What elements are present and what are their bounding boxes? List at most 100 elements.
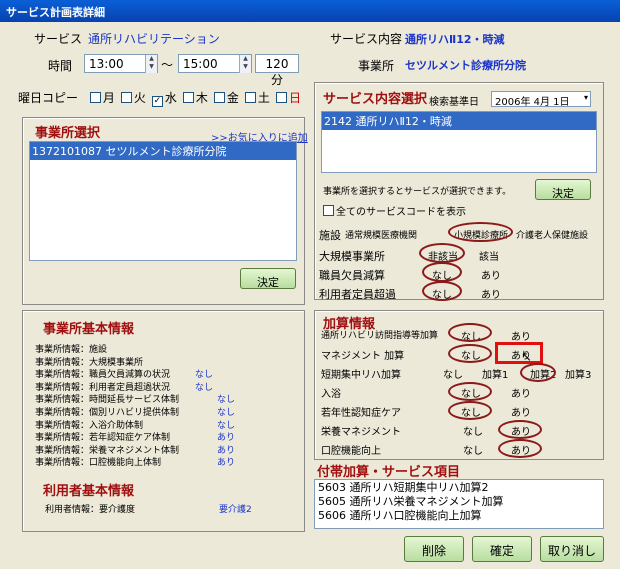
extras-title: 付帯加算・サービス項目 bbox=[317, 465, 461, 480]
weekday-label-6: 日 bbox=[288, 91, 301, 105]
window-title: サービス計画表詳細 bbox=[0, 0, 620, 22]
chevron-down-icon[interactable]: ▾ bbox=[584, 93, 588, 102]
service-list-item[interactable]: 2142 通所リハⅡ12・時減 bbox=[322, 112, 596, 130]
selection-oval bbox=[448, 382, 492, 401]
office-info-label: 事業所情報：栄養マネジメント体制 bbox=[35, 445, 180, 456]
weekday-checkbox[interactable]: ✓ 水 bbox=[151, 91, 177, 107]
checkbox-box[interactable] bbox=[244, 92, 256, 103]
office-info-value: あり bbox=[217, 458, 236, 469]
extras-item[interactable]: 5603 通所リハ短期集中リハ加算2 bbox=[318, 481, 600, 495]
weekday-checkbox[interactable]: 木 bbox=[182, 91, 208, 105]
addition-option[interactable]: あり bbox=[511, 385, 531, 400]
addition-option[interactable]: なし bbox=[463, 442, 483, 457]
weekday-label-2: 水 bbox=[164, 91, 177, 105]
extras-item[interactable]: 5605 通所リハ栄養マネジメント加算 bbox=[318, 495, 600, 509]
facility-option-geriatric[interactable]: 介護老人保健施設 bbox=[516, 228, 588, 241]
start-time-input[interactable]: 13:00 ▲ ▼ bbox=[84, 54, 158, 73]
service-value: 通所リハビリテーション bbox=[88, 32, 220, 46]
office-info-value: なし bbox=[217, 408, 236, 418]
weekday-checkbox[interactable]: 土 bbox=[244, 91, 270, 105]
addition-row-label: マネジメント 加算 bbox=[321, 351, 405, 362]
weekday-checkbox[interactable]: 金 bbox=[213, 91, 239, 105]
addition-option[interactable]: なし bbox=[463, 423, 483, 438]
end-time-input[interactable]: 15:00 ▲ ▼ bbox=[178, 54, 252, 73]
office-info-label: 事業所情報：職員欠員減算の状況 bbox=[35, 370, 171, 381]
selection-oval bbox=[419, 243, 465, 263]
weekday-label-1: 火 bbox=[133, 91, 146, 105]
user-info-title: 利用者基本情報 bbox=[43, 484, 135, 499]
office-info-label: 事業所情報：利用者定員超過状況 bbox=[35, 382, 171, 393]
office-decide-button[interactable]: 決定 bbox=[240, 268, 296, 289]
office-list-item[interactable]: 1372101087 セツルメント診療所分院 bbox=[30, 142, 296, 160]
delete-button[interactable]: 削除 bbox=[404, 536, 464, 562]
weekday-checkbox[interactable]: 月 bbox=[89, 91, 115, 105]
office-info-line: 事業所情報：施設 bbox=[35, 342, 107, 355]
end-time-spinner[interactable]: ▲ ▼ bbox=[239, 55, 251, 73]
office-info-value: なし bbox=[217, 420, 236, 431]
checkbox-box[interactable] bbox=[182, 92, 194, 103]
service-list[interactable]: 2142 通所リハⅡ12・時減 bbox=[321, 111, 597, 173]
content-label: サービス内容 bbox=[330, 32, 403, 46]
service-label: サービス bbox=[34, 32, 83, 46]
addition-option[interactable]: あり bbox=[511, 404, 531, 419]
office-info-line: 事業所情報：口腔機能向上体制 あり bbox=[35, 455, 235, 469]
checkbox-box[interactable] bbox=[213, 92, 225, 103]
office-info-value: なし bbox=[195, 370, 214, 381]
office-info-label: 事業所情報：時間延長サービス体制 bbox=[35, 395, 180, 406]
office-info-line: 事業所情報：職員欠員減算の状況 なし bbox=[35, 367, 213, 381]
office-label: 事業所 bbox=[358, 59, 395, 73]
addition-option[interactable]: なし bbox=[443, 366, 463, 381]
office-info-line: 事業所情報：大規模事業所 bbox=[35, 355, 143, 368]
weekday-checkbox[interactable]: 火 bbox=[120, 91, 146, 105]
confirm-button[interactable]: 確定 bbox=[472, 536, 532, 562]
service-select-title: サービス内容選択 bbox=[323, 92, 428, 107]
cancel-button[interactable]: 取り消し bbox=[540, 536, 604, 562]
start-time-spinner[interactable]: ▲ ▼ bbox=[145, 55, 157, 73]
office-info-line: 事業所情報：個別リハビリ提供体制 なし bbox=[35, 405, 235, 418]
checkbox-box[interactable] bbox=[275, 92, 287, 103]
user-care-level-label: 利用者情報：要介護度 bbox=[45, 505, 136, 515]
office-info-label: 事業所情報：口腔機能向上体制 bbox=[35, 458, 162, 469]
weekday-label: 曜日コピー bbox=[18, 91, 79, 105]
duration-field: 120分 bbox=[255, 54, 299, 87]
weekday-checkbox[interactable]: 日 bbox=[275, 91, 301, 105]
office-info-value: なし bbox=[217, 395, 236, 406]
show-all-checkbox[interactable]: 全てのサービスコードを表示 bbox=[323, 203, 466, 218]
office-info-value: あり bbox=[217, 433, 236, 444]
selection-oval bbox=[448, 222, 513, 242]
addition-option[interactable]: あり bbox=[511, 328, 531, 343]
addition-option[interactable]: 加算3 bbox=[565, 366, 591, 381]
checkbox-box[interactable]: ✓ bbox=[151, 96, 163, 107]
staff-shortage-yes[interactable]: あり bbox=[481, 267, 501, 282]
extras-item[interactable]: 5606 通所リハ口腔機能向上加算 bbox=[318, 509, 600, 523]
office-info-label: 事業所情報：個別リハビリ提供体制 bbox=[35, 408, 180, 418]
extras-list[interactable]: 5603 通所リハ短期集中リハ加算2 5605 通所リハ栄養マネジメント加算 5… bbox=[314, 479, 604, 529]
checkbox-box[interactable] bbox=[89, 92, 101, 103]
office-list[interactable]: 1372101087 セツルメント診療所分院 bbox=[29, 141, 297, 261]
selection-oval bbox=[422, 281, 462, 301]
addition-option[interactable]: 加算1 bbox=[482, 366, 508, 381]
service-decide-button[interactable]: 決定 bbox=[535, 179, 591, 200]
selection-oval bbox=[422, 262, 462, 282]
service-note: 事業所を選択するとサービスが選択できます。 bbox=[323, 187, 512, 197]
office-info-label: 事業所情報：施設 bbox=[35, 345, 108, 355]
start-time-value: 13:00 bbox=[89, 57, 124, 71]
date-picker[interactable]: 2006年 4月 1日 ▾ bbox=[491, 91, 591, 108]
over-capacity-yes[interactable]: あり bbox=[481, 286, 501, 301]
office-info-panel: 事業所基本情報 事業所情報：施設 事業所情報：大規模事業所 事業所情報：職員欠員減算… bbox=[22, 310, 305, 532]
addition-row-label: 栄養マネジメント bbox=[321, 427, 401, 438]
facility-option-normal[interactable]: 通常規模医療機関 bbox=[345, 228, 417, 241]
over-capacity-label: 利用者定員超過 bbox=[319, 288, 396, 301]
selection-oval bbox=[448, 344, 492, 363]
facility-label: 施設 bbox=[319, 229, 341, 242]
office-info-label: 事業所情報：大規模事業所 bbox=[35, 357, 144, 368]
weekday-row: 曜日コピー 月 火 ✓ 水 木 金 土 日 bbox=[18, 89, 301, 107]
large-office-yes[interactable]: 該当 bbox=[479, 248, 499, 263]
addition-row-label: 若年性認知症ケア bbox=[321, 408, 401, 419]
office-info-line: 事業所情報：若年認知症ケア体制 あり bbox=[35, 430, 235, 443]
service-select-panel: サービス内容選択 検索基準日 2006年 4月 1日 ▾ 2142 通所リハⅡ1… bbox=[314, 82, 604, 301]
office-info-line: 事業所情報：利用者定員超過状況 なし bbox=[35, 380, 213, 393]
checkbox-box[interactable] bbox=[120, 92, 132, 103]
office-value: セツルメント診療所分院 bbox=[405, 59, 526, 72]
office-select-panel: 事業所選択 >>お気に入りに追加 1372101087 セツルメント診療所分院 … bbox=[22, 117, 308, 305]
